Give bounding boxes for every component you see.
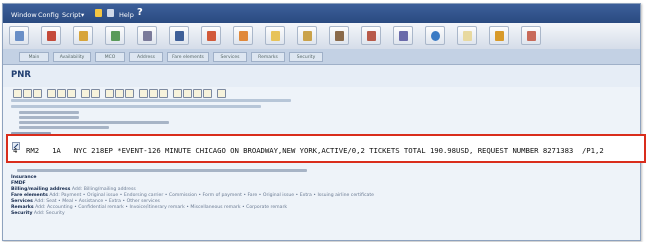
- tab-remarks[interactable]: Remarks: [251, 52, 285, 62]
- security-section[interactable]: Security Add: Security: [11, 211, 65, 216]
- mail-icon[interactable]: [489, 26, 509, 45]
- remark-line[interactable]: 4 RM2 1A NYC 218EP *EVENT-126 MINUTE CHI…: [13, 146, 604, 155]
- tab-fare-elements[interactable]: Fare elements: [167, 52, 209, 62]
- queue-place-icon[interactable]: [115, 89, 124, 98]
- services-section[interactable]: Services Add: Seat • Meal • Assistance •…: [11, 199, 160, 204]
- insurance-section[interactable]: Insurance: [11, 175, 36, 180]
- tab-security[interactable]: Security: [289, 52, 323, 62]
- card-icon[interactable]: [393, 26, 413, 45]
- remarks-label: Remarks: [11, 205, 34, 210]
- fare-elements-add-link[interactable]: Add: Payment • Original issue • Endorsin…: [49, 193, 374, 198]
- tab-address[interactable]: Address: [129, 52, 163, 62]
- find-icon[interactable]: [81, 89, 90, 98]
- divide-icon[interactable]: [149, 89, 158, 98]
- tab-availability[interactable]: Availability: [53, 52, 91, 62]
- ticket-info-line: [17, 169, 307, 172]
- dropdown-arrow-icon[interactable]: ▾: [81, 11, 84, 19]
- passenger-line-2: [19, 116, 79, 119]
- billing-section[interactable]: Billing/mailing address Add: Billing/mai…: [11, 187, 136, 192]
- tab-mco[interactable]: MCO: [95, 52, 125, 62]
- calendar-icon[interactable]: [73, 26, 93, 45]
- tools-icon[interactable]: [107, 9, 114, 17]
- menu-script[interactable]: Script: [62, 11, 81, 19]
- open-icon[interactable]: [23, 89, 32, 98]
- person-icon[interactable]: [233, 26, 253, 45]
- services-add-link[interactable]: Add: Seat • Meal • Assistance • Extra • …: [34, 199, 160, 204]
- passenger-line-1: [19, 111, 79, 114]
- car-icon[interactable]: [137, 26, 157, 45]
- print-pnr-icon[interactable]: [105, 89, 114, 98]
- split-icon[interactable]: [139, 89, 148, 98]
- agent-info-line: [11, 99, 291, 102]
- menu-config[interactable]: Config: [38, 11, 59, 19]
- menu-help[interactable]: Help: [119, 11, 134, 19]
- menu-bar: Window Config Script ▾ Help ?: [3, 4, 640, 23]
- doc-icon[interactable]: [265, 26, 285, 45]
- save-pnr-icon[interactable]: [33, 89, 42, 98]
- tab-services[interactable]: Services: [213, 52, 247, 62]
- page-title: PNR: [11, 70, 31, 80]
- cut-icon[interactable]: [57, 89, 66, 98]
- help-pnr-icon[interactable]: [217, 89, 226, 98]
- billing-add-link[interactable]: Add: Billing/mailing address: [72, 187, 136, 192]
- merge-icon[interactable]: [159, 89, 168, 98]
- info-icon[interactable]: [457, 26, 477, 45]
- history-icon[interactable]: [125, 89, 134, 98]
- paste-icon[interactable]: [67, 89, 76, 98]
- end-icon[interactable]: [183, 89, 192, 98]
- security-add-link[interactable]: Add: Security: [34, 211, 65, 216]
- security-label: Security: [11, 211, 33, 216]
- check-icon[interactable]: [329, 26, 349, 45]
- tab-main[interactable]: Main: [19, 52, 49, 62]
- fmdf-label: FMDF: [11, 181, 26, 186]
- globe-icon[interactable]: [425, 26, 445, 45]
- save-icon[interactable]: [521, 26, 541, 45]
- billing-label: Billing/mailing address: [11, 187, 71, 192]
- refresh-icon[interactable]: [91, 89, 100, 98]
- main-toolbar: [3, 23, 640, 50]
- fare-icon[interactable]: [41, 26, 61, 45]
- remarks-section[interactable]: Remarks Add: Accounting • Confidential r…: [11, 205, 287, 210]
- bag-icon[interactable]: [361, 26, 381, 45]
- fare-elements-label: Fare elements: [11, 193, 48, 198]
- ticket-icon[interactable]: [173, 89, 182, 98]
- itinerary-line-2: [19, 126, 109, 129]
- help-icon[interactable]: ?: [137, 7, 143, 18]
- tab-strip: Main Availability MCO Address Fare eleme…: [3, 49, 640, 65]
- fmdf-section[interactable]: FMDF: [11, 181, 26, 186]
- menu-window[interactable]: Window: [11, 11, 37, 19]
- fare-elements-section[interactable]: Fare elements Add: Payment • Original is…: [11, 193, 374, 198]
- pnr-header: PNR: [3, 65, 640, 87]
- services-label: Services: [11, 199, 33, 204]
- ignore-icon[interactable]: [193, 89, 202, 98]
- new-icon[interactable]: [13, 89, 22, 98]
- passenger-header-line: [11, 105, 261, 108]
- queue-icon[interactable]: [201, 26, 221, 45]
- flag-icon[interactable]: [95, 9, 102, 17]
- itinerary-line-1: [19, 121, 169, 124]
- pnr-icon[interactable]: [9, 26, 29, 45]
- copy-icon[interactable]: [47, 89, 56, 98]
- close-pnr-icon[interactable]: [203, 89, 212, 98]
- print-icon[interactable]: [169, 26, 189, 45]
- remarks-add-link[interactable]: Add: Accounting • Confidential remark • …: [35, 205, 287, 210]
- insurance-label: Insurance: [11, 175, 37, 180]
- hotel-icon[interactable]: [105, 26, 125, 45]
- star-icon[interactable]: [297, 26, 317, 45]
- app-window: Window Config Script ▾ Help ? Main Avail…: [2, 3, 641, 241]
